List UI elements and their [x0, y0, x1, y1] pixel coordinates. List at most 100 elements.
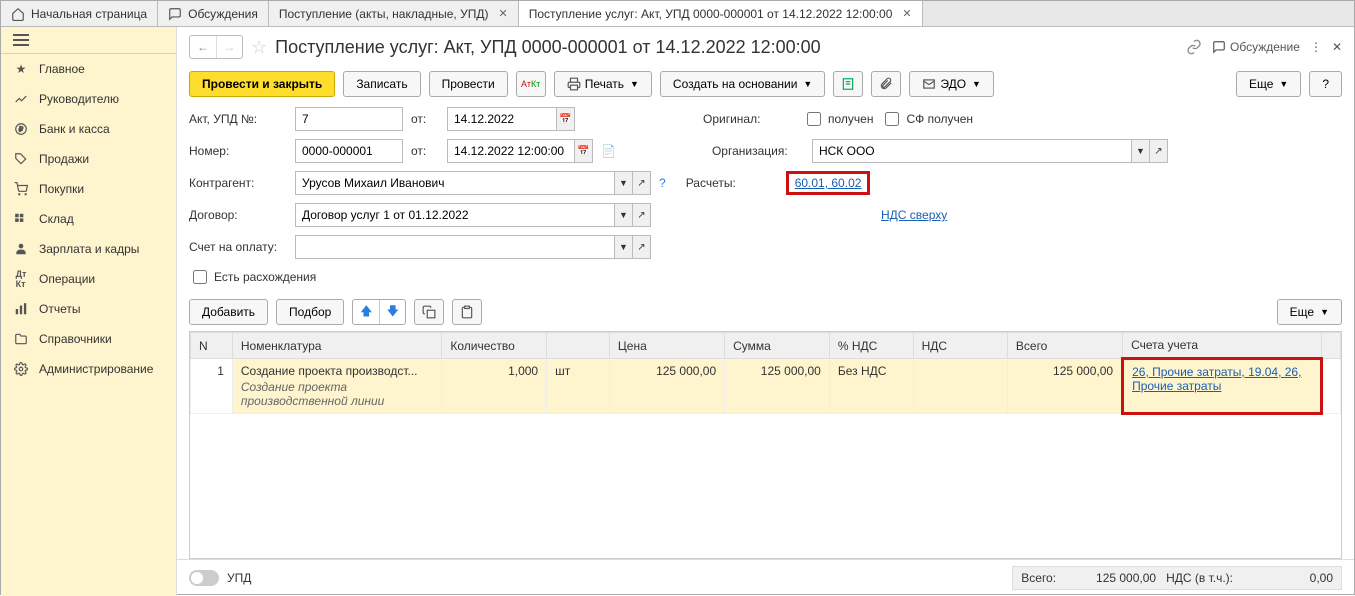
received-checkbox[interactable]: получен — [803, 109, 873, 129]
chat-icon — [168, 7, 182, 21]
calendar-icon[interactable]: 📅 — [575, 139, 593, 163]
cell-unit[interactable]: шт — [547, 359, 610, 414]
sidebar-item-label: Банк и касса — [39, 122, 110, 136]
paste-button[interactable] — [452, 299, 482, 325]
forward-button[interactable]: → — [216, 36, 242, 58]
sidebar-item-hr[interactable]: Зарплата и кадры — [1, 234, 176, 264]
help-button[interactable]: ? — [1309, 71, 1342, 97]
col-total[interactable]: Всего — [1007, 333, 1122, 359]
dropdown-icon[interactable]: ▼ — [615, 235, 633, 259]
tab-current[interactable]: Поступление услуг: Акт, УПД 0000-000001 … — [519, 1, 923, 26]
sidebar-item-admin[interactable]: Администрирование — [1, 354, 176, 384]
contractor-help[interactable]: ? — [659, 176, 666, 190]
sf-received-checkbox[interactable]: СФ получен — [881, 109, 973, 129]
open-icon[interactable]: ↗ — [633, 171, 651, 195]
more-button[interactable]: Еще▼ — [1236, 71, 1301, 97]
kudir-button[interactable] — [833, 71, 863, 97]
back-button[interactable]: ← — [190, 36, 216, 58]
cell-vatpct[interactable]: Без НДС — [829, 359, 913, 414]
cell-qty[interactable]: 1,000 — [442, 359, 547, 414]
upd-toggle[interactable] — [189, 570, 219, 586]
gear-icon — [13, 361, 29, 377]
post-button[interactable]: Провести — [429, 71, 508, 97]
sidebar-item-sales[interactable]: Продажи — [1, 144, 176, 174]
add-row-button[interactable]: Добавить — [189, 299, 268, 325]
move-rows: 🡅 🡇 — [352, 299, 406, 325]
doc-number-input[interactable] — [295, 139, 403, 163]
col-qty[interactable]: Количество — [442, 333, 547, 359]
col-sum[interactable]: Сумма — [725, 333, 830, 359]
col-price[interactable]: Цена — [609, 333, 724, 359]
open-icon[interactable]: ↗ — [633, 203, 651, 227]
create-based-button[interactable]: Создать на основании▼ — [660, 71, 825, 97]
tab-discuss[interactable]: Обсуждения — [158, 1, 269, 26]
move-up-button[interactable]: 🡅 — [353, 300, 379, 324]
col-vatpct[interactable]: % НДС — [829, 333, 913, 359]
open-icon[interactable]: ↗ — [1150, 139, 1168, 163]
pick-button[interactable]: Подбор — [276, 299, 344, 325]
calc-link[interactable]: 60.01, 60.02 — [795, 176, 862, 190]
close-panel-icon[interactable]: ✕ — [1332, 40, 1342, 54]
move-down-button[interactable]: 🡇 — [379, 300, 405, 324]
sidebar-item-bank[interactable]: ₽Банк и касса — [1, 114, 176, 144]
org-input[interactable] — [812, 139, 1132, 163]
act-number-input[interactable] — [295, 107, 403, 131]
contract-input[interactable] — [295, 203, 615, 227]
dropdown-icon[interactable]: ▼ — [615, 203, 633, 227]
print-button[interactable]: Печать▼ — [554, 71, 652, 97]
post-and-close-button[interactable]: Провести и закрыть — [189, 71, 335, 97]
sidebar-item-operations[interactable]: ДтКтОперации — [1, 264, 176, 294]
sidebar-item-reports[interactable]: Отчеты — [1, 294, 176, 324]
cell-vat[interactable] — [913, 359, 1007, 414]
close-icon[interactable]: ✕ — [498, 7, 507, 20]
doc-datetime-input[interactable] — [447, 139, 575, 163]
tab-home[interactable]: Начальная страница — [1, 1, 158, 26]
sidebar-item-main[interactable]: ★Главное — [1, 54, 176, 84]
open-icon[interactable]: ↗ — [633, 235, 651, 259]
cell-accounts[interactable]: 26, Прочие затраты, 19.04, 26, Прочие за… — [1123, 359, 1322, 414]
col-nomen[interactable]: Номенклатура — [232, 333, 441, 359]
sidebar-item-catalogs[interactable]: Справочники — [1, 324, 176, 354]
favorite-toggle[interactable]: ☆ — [251, 37, 267, 58]
cell-sum[interactable]: 125 000,00 — [725, 359, 830, 414]
col-unit[interactable] — [547, 333, 610, 359]
contract-label: Договор: — [189, 208, 287, 222]
col-vat[interactable]: НДС — [913, 333, 1007, 359]
discuss-button[interactable]: Обсуждение — [1212, 40, 1300, 54]
footer-totals: Всего: 125 000,00 НДС (в т.ч.): 0,00 — [1012, 566, 1342, 590]
cell-total[interactable]: 125 000,00 — [1007, 359, 1122, 414]
col-accounts[interactable]: Счета учета — [1123, 333, 1322, 359]
vat-mode-link[interactable]: НДС сверху — [881, 208, 947, 222]
contractor-input[interactable] — [295, 171, 615, 195]
more-menu-icon[interactable]: ⋮ — [1310, 40, 1322, 54]
items-table: N Номенклатура Количество Цена Сумма % Н… — [189, 331, 1342, 559]
cell-price[interactable]: 125 000,00 — [609, 359, 724, 414]
dtkt-button[interactable]: АтКт — [516, 71, 546, 97]
write-button[interactable]: Записать — [343, 71, 420, 97]
log-icon[interactable]: 📄 — [601, 144, 616, 158]
cell-nomen[interactable]: Создание проекта производст... Создание … — [232, 359, 441, 414]
sidebar-item-warehouse[interactable]: Склад — [1, 204, 176, 234]
table-row[interactable]: 1 Создание проекта производст... Создани… — [191, 359, 1341, 414]
dropdown-icon[interactable]: ▼ — [615, 171, 633, 195]
link-icon[interactable] — [1186, 39, 1202, 55]
dropdown-icon[interactable]: ▼ — [1132, 139, 1150, 163]
discrepancy-checkbox[interactable]: Есть расхождения — [189, 267, 316, 287]
cell-n[interactable]: 1 — [191, 359, 233, 414]
tab-receipts[interactable]: Поступление (акты, накладные, УПД) ✕ — [269, 1, 519, 26]
attach-button[interactable] — [871, 71, 901, 97]
edo-button[interactable]: ЭДО▼ — [909, 71, 994, 97]
tag-icon — [13, 151, 29, 167]
act-date-input[interactable] — [447, 107, 557, 131]
close-icon[interactable]: ✕ — [902, 7, 911, 20]
sidebar-item-manager[interactable]: Руководителю — [1, 84, 176, 114]
calendar-icon[interactable]: 📅 — [557, 107, 575, 131]
col-n[interactable]: N — [191, 333, 233, 359]
total-label: Всего: — [1021, 571, 1056, 585]
table-more-button[interactable]: Еще▼ — [1277, 299, 1342, 325]
copy-button[interactable] — [414, 299, 444, 325]
burger-button[interactable] — [1, 27, 176, 54]
sidebar-item-purchases[interactable]: Покупки — [1, 174, 176, 204]
invoice-input[interactable] — [295, 235, 615, 259]
upd-label: УПД — [227, 571, 251, 585]
